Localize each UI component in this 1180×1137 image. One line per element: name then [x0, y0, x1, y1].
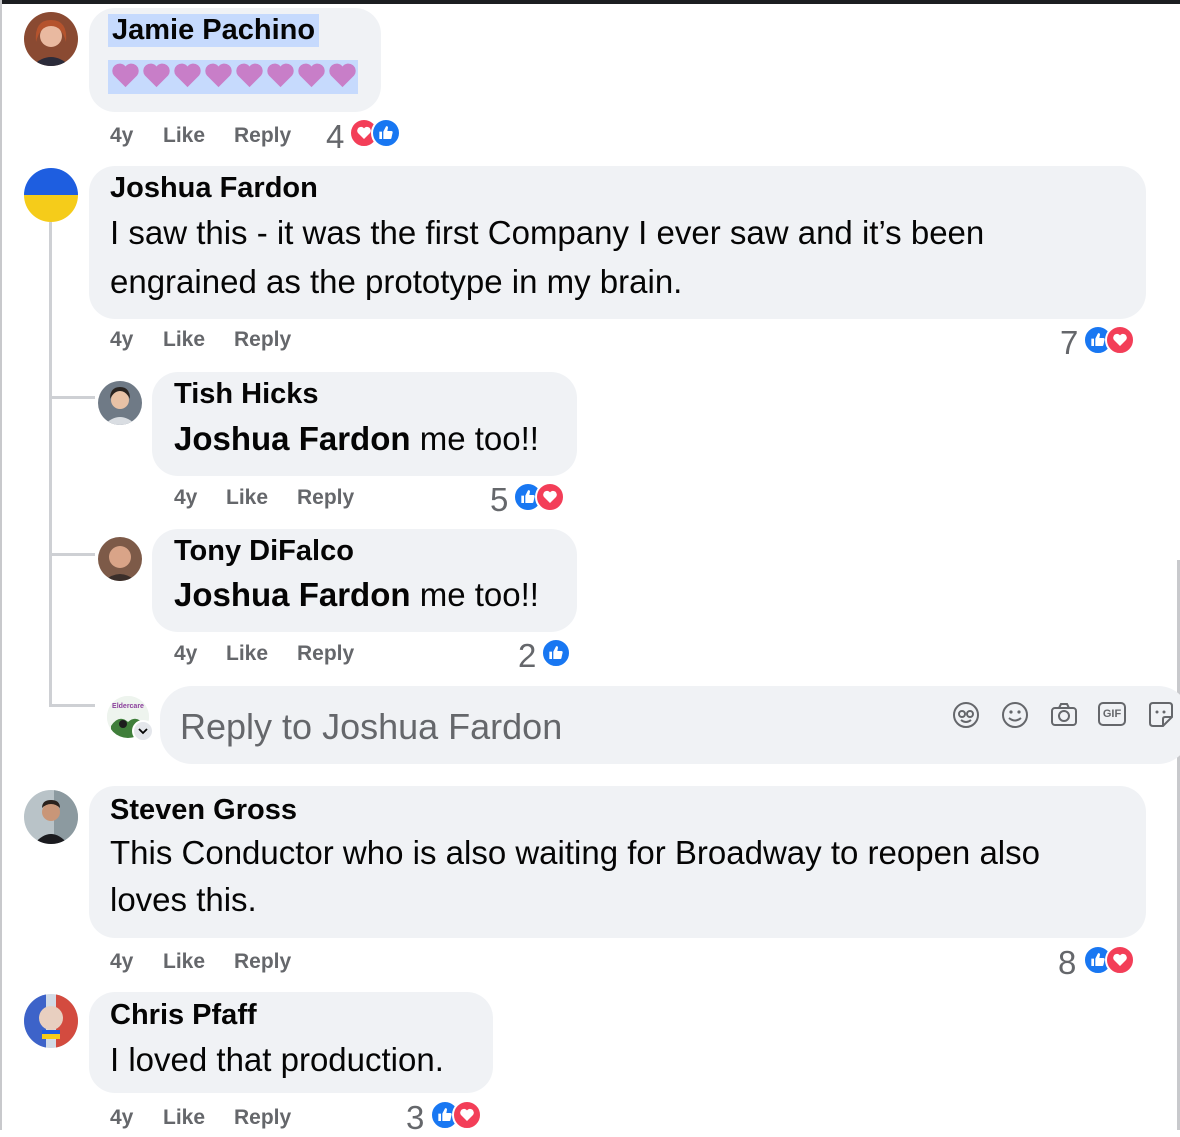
reaction-icons[interactable]: [513, 482, 565, 512]
chevron-down-icon: [138, 728, 148, 735]
like-button[interactable]: Like: [163, 328, 205, 352]
like-button[interactable]: Like: [226, 486, 268, 510]
purple-heart-icon: [267, 63, 294, 88]
purple-heart-icon: [112, 63, 139, 88]
comment-body-line: loves this.: [110, 881, 257, 918]
love-reaction-icon: [1105, 325, 1135, 355]
comment-body: I saw this - it was the first Company I …: [110, 208, 1130, 306]
commenter-name[interactable]: Steven Gross: [110, 794, 297, 827]
thread-line-vertical: [49, 222, 52, 704]
composer-account-switch[interactable]: [132, 720, 154, 742]
avatar[interactable]: [24, 994, 78, 1048]
comment-body-line: This Conductor who is also waiting for B…: [110, 834, 1040, 871]
mention-link[interactable]: Joshua Fardon: [174, 576, 411, 613]
comment-body: Joshua Fardon me too!!: [174, 414, 539, 463]
comment-body-line: engrained as the prototype in my brain.: [110, 263, 683, 300]
gif-label: GIF: [1102, 708, 1122, 720]
left-border: [0, 0, 2, 1130]
reaction-count[interactable]: 5: [490, 481, 508, 519]
timestamp[interactable]: 4y: [110, 1106, 133, 1130]
timestamp[interactable]: 4y: [110, 950, 133, 974]
comment-text: me too!!: [410, 576, 539, 613]
comment-body: [110, 60, 358, 91]
mention-link[interactable]: Joshua Fardon: [174, 420, 411, 457]
love-reaction-icon: [1105, 945, 1135, 975]
comment-text: me too!!: [410, 420, 539, 457]
comment-body: I loved that production.: [110, 1041, 444, 1078]
reaction-icons[interactable]: [1083, 325, 1135, 355]
like-reaction-icon: [541, 638, 571, 668]
composer-avatar-label: Eldercare: [112, 703, 144, 710]
reaction-icons[interactable]: [541, 638, 571, 668]
timestamp[interactable]: 4y: [110, 328, 133, 352]
gif-icon[interactable]: GIF: [1098, 702, 1126, 726]
thread-line-branch: [49, 553, 95, 556]
reply-button[interactable]: Reply: [297, 642, 354, 666]
comment-body-line: I saw this - it was the first Company I …: [110, 214, 985, 251]
reply-button[interactable]: Reply: [234, 950, 291, 974]
avatar[interactable]: [98, 381, 142, 425]
like-button[interactable]: Like: [163, 124, 205, 148]
comment-body: This Conductor who is also waiting for B…: [110, 829, 1130, 923]
purple-heart-icon: [236, 63, 263, 88]
reply-button[interactable]: Reply: [234, 124, 291, 148]
timestamp[interactable]: 4y: [174, 486, 197, 510]
commenter-name[interactable]: Chris Pfaff: [110, 999, 257, 1032]
timestamp[interactable]: 4y: [110, 124, 133, 148]
like-reaction-icon: [371, 118, 401, 148]
purple-heart-icon: [174, 63, 201, 88]
like-button[interactable]: Like: [163, 1106, 205, 1130]
commenter-name[interactable]: Tony DiFalco: [174, 535, 354, 568]
commenter-name[interactable]: Joshua Fardon: [110, 172, 318, 205]
love-reaction-icon: [452, 1100, 482, 1130]
emoji-icon[interactable]: [1000, 700, 1030, 730]
reply-button[interactable]: Reply: [234, 1106, 291, 1130]
reaction-count[interactable]: 4: [326, 118, 344, 156]
reply-input-placeholder: Reply to Joshua Fardon: [180, 706, 563, 747]
commenter-name[interactable]: Jamie Pachino: [108, 14, 320, 47]
comment-thread: Jamie Pachino 4y Like Reply 4 Joshua Far…: [0, 0, 1180, 1136]
avatar[interactable]: [98, 537, 142, 581]
timestamp[interactable]: 4y: [174, 642, 197, 666]
commenter-name[interactable]: Tish Hicks: [174, 378, 319, 411]
camera-icon[interactable]: [1049, 700, 1079, 730]
thread-line-branch: [49, 704, 95, 707]
reaction-icons[interactable]: [349, 118, 401, 148]
like-button[interactable]: Like: [163, 950, 205, 974]
avatar-sticker-icon[interactable]: [951, 700, 981, 730]
reaction-count[interactable]: 3: [406, 1099, 424, 1137]
reaction-count[interactable]: 7: [1060, 324, 1078, 362]
heart-emojis: [108, 60, 358, 94]
comment-body: Joshua Fardon me too!!: [174, 570, 539, 619]
sticker-icon[interactable]: [1146, 700, 1176, 730]
avatar[interactable]: [24, 790, 78, 844]
avatar[interactable]: [24, 168, 78, 222]
reaction-count[interactable]: 8: [1058, 944, 1076, 982]
reaction-icons[interactable]: [1083, 945, 1135, 975]
like-button[interactable]: Like: [226, 642, 268, 666]
reaction-count[interactable]: 2: [518, 637, 536, 675]
top-border: [0, 0, 1180, 4]
thread-line-branch: [49, 396, 95, 399]
reply-button[interactable]: Reply: [234, 328, 291, 352]
purple-heart-icon: [143, 63, 170, 88]
avatar[interactable]: [24, 12, 78, 66]
love-reaction-icon: [535, 482, 565, 512]
purple-heart-icon: [298, 63, 325, 88]
purple-heart-icon: [329, 63, 356, 88]
reaction-icons[interactable]: [430, 1100, 482, 1130]
reply-button[interactable]: Reply: [297, 486, 354, 510]
purple-heart-icon: [205, 63, 232, 88]
